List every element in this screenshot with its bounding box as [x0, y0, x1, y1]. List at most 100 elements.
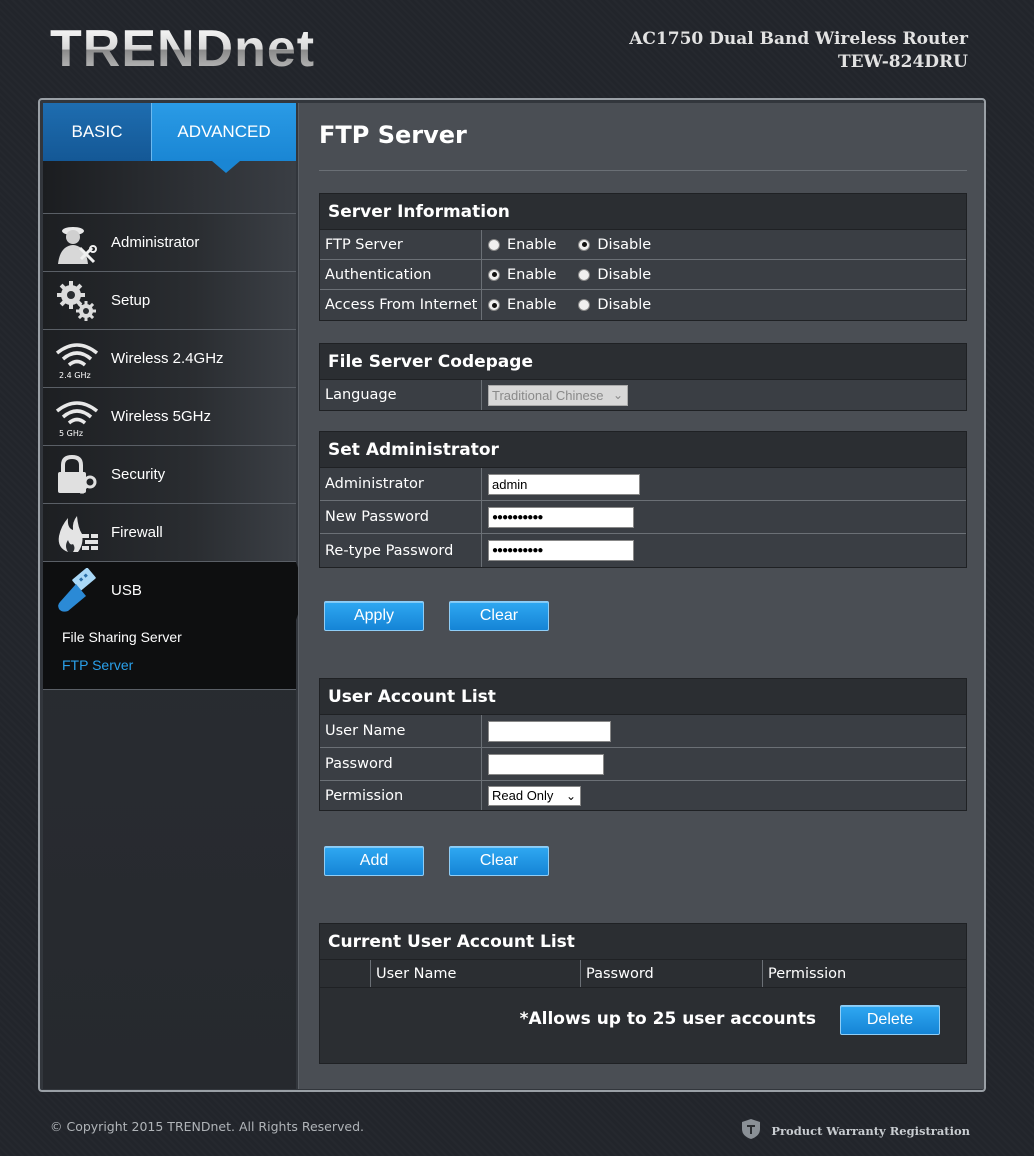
authentication-row: Authentication Enable Disable — [320, 260, 966, 290]
file-server-codepage-section: File Server Codepage Language Traditiona… — [319, 343, 967, 411]
delete-button[interactable]: Delete — [840, 1005, 940, 1035]
sidebar: BASIC ADVANCED Administrator Setup 2.4 G… — [43, 103, 306, 1089]
mode-tabs: BASIC ADVANCED — [43, 103, 296, 173]
sidebar-item-label: Administrator — [111, 234, 200, 251]
tab-basic[interactable]: BASIC — [43, 103, 151, 161]
radio-label: Enable — [507, 236, 557, 253]
section-heading: Server Information — [320, 194, 966, 230]
field-label: Administrator — [320, 468, 482, 500]
field-label: Permission — [320, 781, 482, 810]
sidebar-item-label: Security — [111, 466, 166, 483]
administrator-value-cell: admin — [482, 468, 966, 500]
ftp-server-disable-radio[interactable] — [578, 238, 591, 251]
column-header-permission: Permission — [768, 965, 847, 982]
retype-password-value-cell: ●●●●●●●●●● — [482, 534, 966, 567]
password-row: Password — [320, 748, 966, 781]
password-input[interactable] — [488, 753, 604, 775]
shield-icon — [741, 1118, 761, 1143]
clear-user-button[interactable]: Clear — [449, 846, 549, 876]
server-information-section: Server Information FTP Server Enable Dis… — [319, 193, 967, 321]
set-administrator-section: Set Administrator Administrator admin Ne… — [319, 431, 967, 568]
wifi-band-label: 5 GHz — [59, 428, 84, 438]
ftp-server-radio-group: Enable Disable — [488, 237, 673, 253]
authentication-enable-radio[interactable] — [488, 268, 500, 281]
trendnet-logo: TRENDnet — [50, 20, 316, 78]
radio-label: Disable — [597, 297, 652, 313]
sidebar-item-setup[interactable]: Setup — [43, 271, 296, 329]
sidebar-item-label: USB — [111, 582, 142, 599]
sidebar-item-administrator[interactable]: Administrator — [43, 213, 296, 271]
product-warranty-link[interactable]: Product Warranty Registration — [741, 1118, 970, 1143]
language-row: Language Traditional Chinese ⌄ — [320, 380, 966, 410]
new-password-row: New Password ●●●●●●●●●● — [320, 501, 966, 534]
product-name: AC1750 Dual Band Wireless Router TEW-824… — [629, 28, 968, 74]
usb-icon — [43, 562, 111, 620]
sidebar-item-wireless-5ghz[interactable]: 5 GHz Wireless 5GHz — [43, 387, 296, 445]
chevron-down-icon: ⌄ — [565, 788, 576, 803]
administrator-input[interactable]: admin — [488, 473, 640, 495]
add-button[interactable]: Add — [324, 846, 424, 876]
section-heading: Set Administrator — [320, 432, 966, 468]
radio-label: Disable — [597, 236, 652, 253]
access-from-internet-radio-group: Enable Disable — [488, 297, 673, 313]
firewall-icon — [43, 504, 111, 562]
sidebar-item-label: Firewall — [111, 524, 163, 541]
field-label: Language — [320, 380, 482, 410]
clear-admin-button[interactable]: Clear — [449, 601, 549, 631]
password-value-cell — [482, 748, 966, 780]
user-name-value-cell — [482, 715, 966, 747]
access-from-internet-enable-radio[interactable] — [488, 299, 500, 311]
access-from-internet-row: Access From Internet Enable Disable — [320, 290, 966, 320]
current-user-account-list-section: Current User Account List User Name Pass… — [319, 923, 967, 1064]
wifi-icon: 5 GHz — [43, 388, 111, 446]
field-label: User Name — [320, 715, 482, 747]
field-label: Re-type Password — [320, 534, 482, 567]
authentication-disable-radio[interactable] — [578, 268, 591, 281]
language-select[interactable]: Traditional Chinese ⌄ — [488, 384, 628, 406]
sidebar-item-usb[interactable]: USB — [43, 561, 306, 620]
field-label: Authentication — [320, 260, 482, 289]
copyright-text: © Copyright 2015 TRENDnet. All Rights Re… — [50, 1119, 364, 1134]
new-password-input[interactable]: ●●●●●●●●●● — [488, 506, 634, 528]
permission-select[interactable]: Read Only ⌄ — [488, 785, 581, 806]
radio-label: Enable — [507, 266, 557, 283]
tab-advanced[interactable]: ADVANCED — [151, 103, 296, 173]
user-account-list-section: User Account List User Name Password Per… — [319, 678, 967, 811]
column-header-password: Password — [581, 960, 763, 987]
field-label: Password — [320, 748, 482, 780]
radio-label: Enable — [507, 297, 557, 313]
user-limit-note: *Allows up to 25 user accounts — [519, 1009, 816, 1029]
title-divider — [319, 170, 967, 171]
retype-password-input[interactable]: ●●●●●●●●●● — [488, 540, 634, 561]
main-frame: BASIC ADVANCED Administrator Setup 2.4 G… — [38, 98, 986, 1092]
sidebar-item-security[interactable]: Security — [43, 445, 296, 503]
new-password-value-cell: ●●●●●●●●●● — [482, 501, 966, 533]
sidebar-item-wireless-24ghz[interactable]: 2.4 GHz Wireless 2.4GHz — [43, 329, 296, 387]
table-footer: *Allows up to 25 user accounts Delete — [320, 988, 966, 1063]
user-name-input[interactable] — [488, 720, 611, 742]
sidebar-subitem-file-sharing-server[interactable]: File Sharing Server — [43, 623, 296, 651]
apply-button[interactable]: Apply — [324, 601, 424, 631]
section-heading: File Server Codepage — [320, 344, 966, 380]
sidebar-subitem-ftp-server[interactable]: FTP Server — [43, 651, 296, 679]
lock-key-icon — [43, 446, 111, 504]
authentication-radio-group: Enable Disable — [488, 267, 673, 283]
access-from-internet-disable-radio[interactable] — [578, 299, 591, 311]
usb-sub-menu: File Sharing Server FTP Server — [43, 619, 296, 690]
chevron-down-icon: ⌄ — [612, 387, 623, 402]
sidebar-item-label: Setup — [111, 292, 151, 309]
page-title: FTP Server — [319, 121, 467, 149]
language-selected-value: Traditional Chinese — [492, 387, 604, 403]
authentication-options: Enable Disable — [482, 260, 966, 289]
sidebar-item-label: Wireless 5GHz — [111, 408, 212, 425]
ftp-server-options: Enable Disable — [482, 230, 966, 259]
wifi-band-label: 2.4 GHz — [59, 370, 91, 380]
permission-selected-value: Read Only — [492, 788, 554, 803]
ftp-server-enable-radio[interactable] — [488, 238, 500, 251]
sidebar-item-firewall[interactable]: Firewall — [43, 503, 296, 561]
administrator-icon — [43, 214, 111, 272]
retype-password-row: Re-type Password ●●●●●●●●●● — [320, 534, 966, 567]
column-header-select — [320, 960, 371, 987]
user-name-row: User Name — [320, 715, 966, 748]
administrator-row: Administrator admin — [320, 468, 966, 501]
